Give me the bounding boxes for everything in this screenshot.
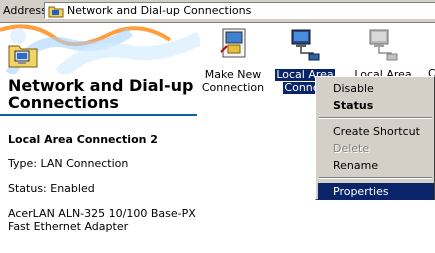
network-connection-icon <box>271 28 339 65</box>
address-path: Network and Dial-up Connections <box>67 4 252 17</box>
context-menu: Disable Status Create Shortcut Delete Re… <box>315 76 435 200</box>
make-new-connection-icon <box>199 28 267 65</box>
address-bar: Address Network and Dial-up Connections <box>0 0 435 23</box>
make-new-connection-item[interactable]: Make New Connection <box>199 28 267 94</box>
connection-type: Type: LAN Connection <box>8 157 129 170</box>
title-divider <box>0 114 197 116</box>
selected-item-name: Local Area Connection 2 <box>8 133 158 146</box>
address-field[interactable]: Network and Dial-up Connections <box>44 2 435 19</box>
connection-adapter: AcerLAN ALN-325 10/100 Base-PX Fast Ethe… <box>8 207 196 233</box>
menu-item-disable[interactable]: Disable <box>318 80 434 97</box>
address-label: Address <box>3 4 47 17</box>
partial-icon-item[interactable]: C <box>398 28 435 80</box>
folder-icon <box>48 4 64 21</box>
menu-item-properties[interactable]: Properties <box>318 183 434 200</box>
network-folder-icon <box>8 40 38 71</box>
menu-separator <box>319 117 432 119</box>
page-title: Network and Dial-up Connections <box>8 76 194 112</box>
menu-item-delete: Delete <box>333 142 370 155</box>
menu-item-create-shortcut[interactable]: Create Shortcut <box>318 123 434 140</box>
menu-item-status[interactable]: Status <box>318 97 434 114</box>
connection-status: Status: Enabled <box>8 182 95 195</box>
menu-separator <box>319 177 432 179</box>
make-new-connection-label-1: Make New <box>204 68 262 81</box>
menu-item-rename[interactable]: Rename <box>318 157 434 174</box>
make-new-connection-label-2: Connection <box>201 81 265 94</box>
